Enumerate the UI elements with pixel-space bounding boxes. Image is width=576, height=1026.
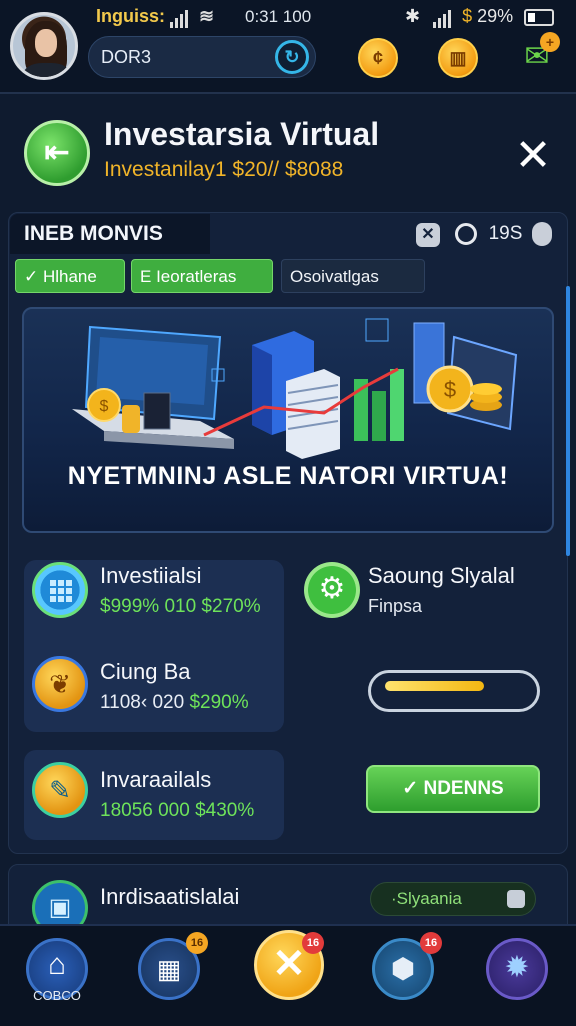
row-2-value-b: $290%: [189, 692, 249, 713]
banner-text: NYETMNINJ ASLE NATORI VIRTUA!: [67, 462, 509, 490]
refresh-icon[interactable]: ↻: [275, 40, 309, 74]
coin-stack-icon[interactable]: ▥: [438, 38, 478, 78]
nav-badge-1: 16: [186, 932, 208, 954]
close-icon[interactable]: ✕: [510, 134, 556, 180]
tab-2-label: Ieoratleras: [156, 267, 237, 286]
gift-badge: +: [540, 32, 560, 52]
tab-1-label: Hlhane: [42, 267, 97, 286]
section-title: INEB MONVIS: [24, 222, 163, 245]
status-left: Inguiss: ≋: [96, 6, 214, 28]
svg-text:$: $: [100, 398, 109, 415]
avatar[interactable]: [10, 12, 78, 80]
status-label: Inguiss:: [96, 6, 166, 26]
svg-text:$: $: [444, 377, 456, 402]
username-box[interactable]: DOR3 ↻: [88, 36, 316, 78]
row-1-value-a: $999%: [100, 596, 160, 617]
row-1-value: $999% 010 $270%: [100, 596, 261, 618]
pill-toggle-icon: [507, 890, 525, 908]
avatar-body: [23, 63, 71, 77]
wifi-icon: ≋: [199, 6, 215, 26]
row-4-title: Inrdisaatislalai: [100, 884, 240, 909]
tab-3-label: Osoivatlgas: [290, 267, 379, 286]
dollar-icon: $: [462, 6, 473, 26]
settings-icon[interactable]: ✹: [486, 938, 548, 1000]
right-title: Saoung Slyalal: [368, 563, 515, 588]
row-2-title: Ciung Ba: [100, 659, 191, 684]
tab-3[interactable]: Osoivatlgas: [281, 259, 425, 293]
row-1-value-b: 010 $270%: [164, 596, 261, 617]
exit-arrow-icon[interactable]: ⇤: [24, 120, 90, 186]
page-subtitle: Investanilay1 $20// $8088: [104, 158, 344, 181]
progress-fill: [385, 681, 484, 691]
promo-banner[interactable]: $ $: [22, 307, 554, 533]
close-small-icon[interactable]: ✕: [416, 223, 440, 248]
scrollbar[interactable]: [566, 286, 570, 556]
progress-bar: [368, 670, 540, 712]
nav-badge-2: 16: [302, 932, 324, 954]
row-3-value: 18056 000 $430%: [100, 800, 254, 822]
tab-2[interactable]: E Ieoratleras: [131, 259, 273, 293]
status-bar: Inguiss: ≋ 0:31 100 ✱ $ 29%: [0, 0, 576, 34]
section-icons: ✕ 19S: [416, 222, 552, 248]
row-3-value-b: $430%: [195, 800, 255, 821]
section-counter: 19S: [488, 223, 523, 245]
username: DOR3: [101, 47, 152, 67]
status-pill-label: ·Slyaania: [391, 889, 462, 908]
toggle-icon[interactable]: [531, 222, 552, 246]
gear-icon[interactable]: ⚙: [304, 562, 360, 618]
tab-1[interactable]: ✓ Hlhane: [15, 259, 125, 293]
status-time: 0:31 100: [245, 7, 312, 26]
battery-icon: [524, 8, 555, 26]
battery-percent: 29%: [477, 6, 514, 26]
wrench-icon[interactable]: ✎: [32, 762, 88, 818]
coin-leaf-icon[interactable]: ❦: [32, 656, 88, 712]
row-2-value-a: 1108‹ 020: [100, 692, 185, 713]
status-pill[interactable]: ·Slyaania: [370, 882, 536, 916]
status-right: ✱ $ 29%: [405, 6, 555, 28]
nav-home-label: COBCO: [33, 988, 81, 1003]
row-3-value-a: 18056 000: [100, 800, 190, 821]
grid-icon[interactable]: [32, 562, 88, 618]
banner-illustration: $ $: [72, 318, 518, 459]
bluetooth-icon: ✱: [405, 6, 421, 26]
clock-icon: [455, 223, 478, 245]
gift-icon[interactable]: ✉ +: [516, 32, 560, 78]
signal-icon-2: [433, 7, 453, 28]
row-3-title: Invaraailals: [100, 767, 212, 792]
avatar-face: [35, 29, 57, 57]
right-subtitle: Finpsa: [368, 596, 423, 616]
confirm-button[interactable]: ✓ NDENNS: [366, 765, 540, 813]
row-2-value: 1108‹ 020 $290%: [100, 692, 249, 714]
coin-icon[interactable]: ¢: [358, 38, 398, 78]
confirm-button-label: NDENNS: [423, 778, 504, 799]
signal-icon: [170, 7, 190, 28]
nav-badge-3: 16: [420, 932, 442, 954]
page-title: Investarsia Virtual: [104, 116, 380, 152]
row-1-title: Investiialsi: [100, 563, 202, 588]
